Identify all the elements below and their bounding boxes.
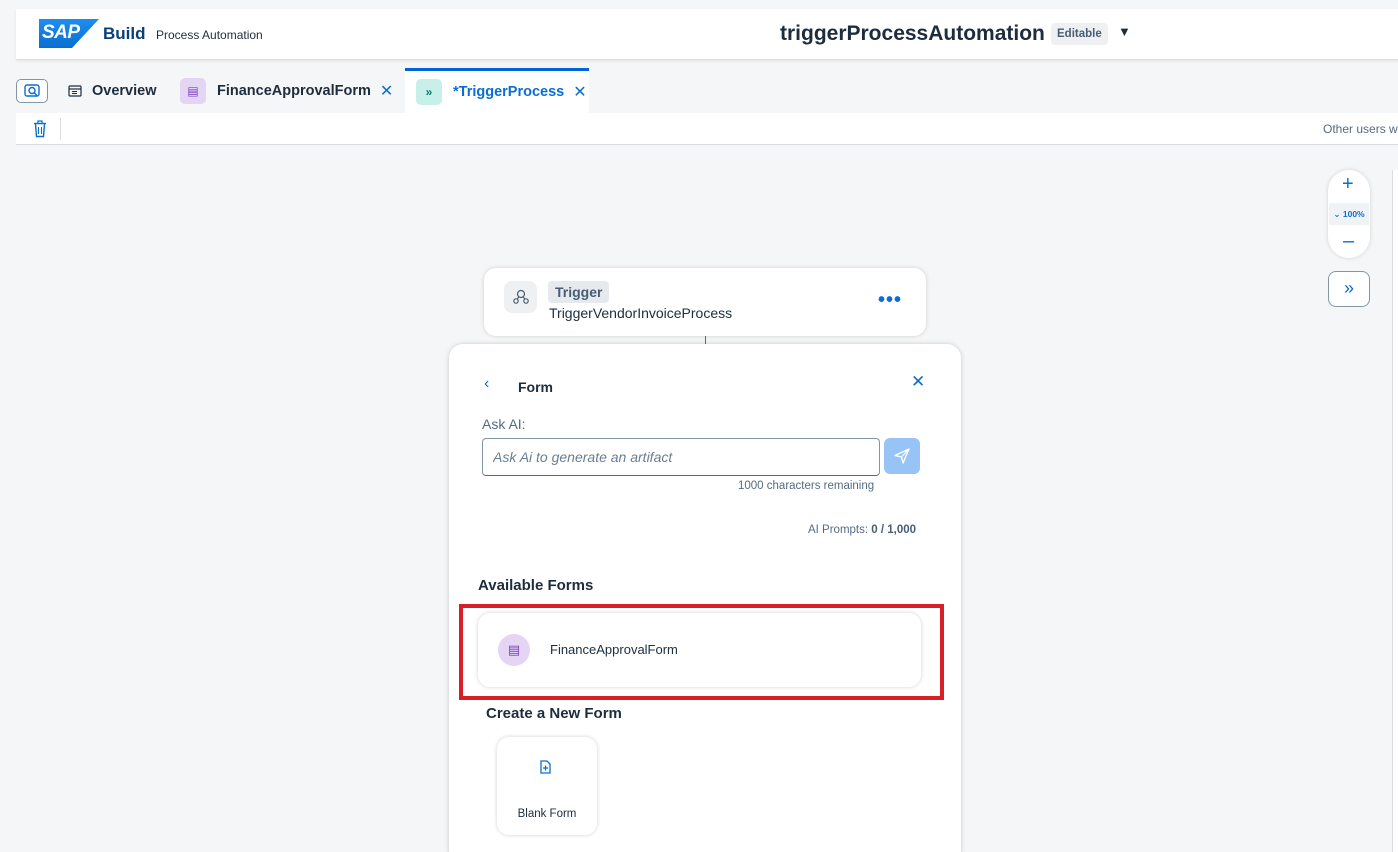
tab-overview[interactable]: Overview [68, 68, 157, 113]
zoom-level-value: 100% [1342, 209, 1365, 219]
shell-header: SAP Build Process Automation triggerProc… [16, 9, 1398, 60]
blank-form-label: Blank Form [517, 808, 577, 820]
other-users-text: Other users w [1323, 122, 1398, 136]
right-side-panel [1392, 170, 1398, 852]
create-form-heading: Create a New Form [486, 705, 622, 722]
page: SAP Build Process Automation triggerProc… [0, 0, 1398, 852]
send-icon [894, 448, 910, 464]
form-selection-panel: ‹ Form ✕ Ask AI: 1000 characters remaini… [449, 344, 961, 852]
plus-icon[interactable]: + [1342, 173, 1354, 196]
list-item[interactable]: ▤ FinanceApprovalForm [478, 613, 921, 687]
status-badge: Editable [1051, 23, 1108, 45]
more-icon[interactable]: ••• [878, 289, 902, 312]
chevron-left-icon[interactable]: ‹ [484, 375, 489, 393]
ai-prompts-value: 0 / 1,000 [871, 524, 917, 536]
project-title: triggerProcessAutomation [780, 22, 1045, 45]
product-name: Process Automation [156, 28, 263, 42]
zoom-level[interactable]: ⌄ 100% [1329, 203, 1369, 225]
close-icon[interactable]: ✕ [573, 82, 586, 102]
form-name: FinanceApprovalForm [550, 642, 678, 657]
zoom-controls: + ⌄ 100% – [1328, 170, 1370, 258]
ask-ai-input[interactable] [482, 438, 880, 476]
overview-icon [68, 84, 82, 97]
trigger-name: TriggerVendorInvoiceProcess [549, 305, 733, 321]
form-icon: ▤ [498, 634, 530, 666]
sap-logo-text: SAP [42, 22, 80, 43]
close-icon[interactable]: ✕ [911, 372, 925, 392]
tab-trigger-process[interactable]: » *TriggerProcess ✕ [405, 68, 589, 113]
search-icon [24, 84, 40, 97]
toolbar-separator [60, 118, 61, 140]
add-document-icon [540, 760, 551, 774]
trash-icon[interactable] [32, 120, 48, 138]
tab-label: FinanceApprovalForm [217, 82, 371, 99]
chevron-down-icon[interactable]: ▼ [1118, 24, 1131, 39]
tab-label: Overview [92, 82, 157, 99]
send-button[interactable] [884, 438, 920, 474]
trigger-type-tag: Trigger [548, 281, 610, 303]
ai-prompts-counter: AI Prompts: 0 / 1,000 [808, 524, 916, 536]
ai-prompts-label: AI Prompts: [808, 524, 869, 536]
characters-remaining: 1000 characters remaining [738, 480, 875, 492]
blank-form-button[interactable]: Blank Form [497, 737, 597, 835]
form-icon: ▤ [180, 77, 206, 104]
panel-title: Form [518, 379, 553, 395]
available-forms-heading: Available Forms [478, 577, 594, 594]
double-chevron-right-icon: » [1343, 278, 1354, 298]
search-tabs-button[interactable] [16, 79, 48, 103]
expand-panel-button[interactable]: » [1328, 271, 1370, 307]
tab-bar: Overview ▤ FinanceApprovalForm ✕ » *Trig… [16, 68, 1398, 113]
brand-name: Build [103, 24, 146, 43]
tab-finance-approval-form[interactable]: ▤ FinanceApprovalForm ✕ [180, 68, 393, 113]
trigger-icon [504, 281, 537, 313]
trigger-icon: » [416, 79, 442, 105]
minus-icon[interactable]: – [1343, 230, 1354, 253]
close-icon[interactable]: ✕ [380, 81, 393, 101]
editor-toolbar: Other users w [16, 113, 1398, 145]
ask-ai-label: Ask AI: [482, 416, 526, 432]
tab-label: *TriggerProcess [453, 84, 565, 100]
trigger-step-card[interactable]: Trigger TriggerVendorInvoiceProcess ••• [484, 268, 926, 336]
